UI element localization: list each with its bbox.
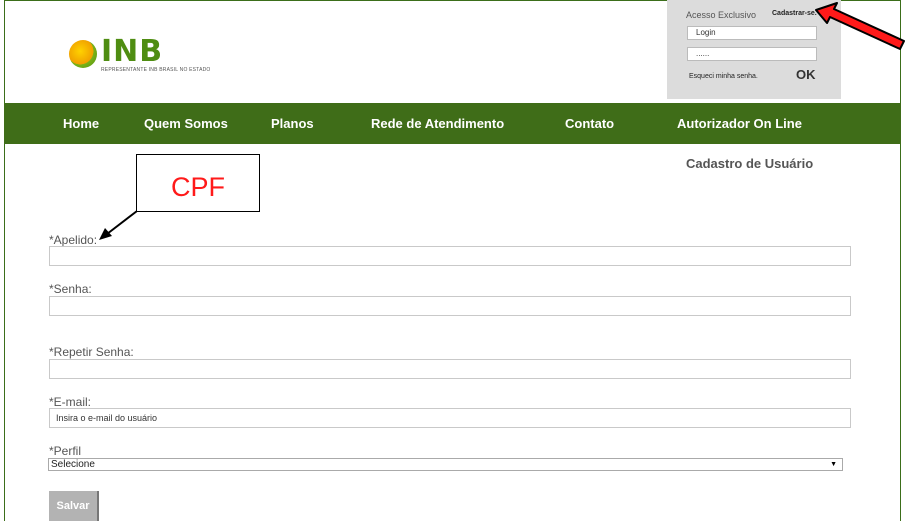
email-label: *E-mail: [49, 395, 92, 409]
repetir-senha-input[interactable] [49, 359, 851, 379]
perfil-select[interactable]: Selecione ▼ [48, 458, 843, 471]
logo-circle-icon [69, 40, 97, 68]
perfil-label: *Perfil [49, 444, 82, 458]
nav-contato[interactable]: Contato [565, 116, 614, 131]
logo-text: INB [101, 34, 164, 69]
forgot-password-link[interactable]: Esqueci minha senha. [689, 73, 758, 80]
nav-rede-atendimento[interactable]: Rede de Atendimento [371, 116, 504, 131]
logo-tagline: REPRESENTANTE INB BRASIL NO ESTADO [101, 67, 211, 73]
form-title: Cadastro de Usuário [686, 156, 814, 171]
apelido-input[interactable] [49, 246, 851, 266]
login-input[interactable]: Login [687, 26, 817, 40]
cpf-annotation-text: CPF [171, 172, 225, 202]
email-input[interactable]: Insira o e-mail do usuário [49, 408, 851, 428]
password-input[interactable]: ...... [687, 47, 817, 61]
dropdown-arrow-icon: ▼ [830, 461, 837, 468]
perfil-selected-value: Selecione [51, 459, 95, 470]
nav-home[interactable]: Home [63, 116, 99, 131]
nav-planos[interactable]: Planos [271, 116, 314, 131]
nav-quem-somos[interactable]: Quem Somos [144, 116, 228, 131]
signup-link[interactable]: Cadastrar-se. [772, 10, 817, 17]
repetir-senha-label: *Repetir Senha: [49, 345, 134, 359]
cpf-annotation-box: CPF [136, 154, 260, 212]
login-title: Acesso Exclusivo [686, 10, 757, 20]
black-arrow-icon [99, 210, 138, 240]
main-nav: Home Quem Somos Planos Rede de Atendimen… [4, 103, 901, 144]
red-arrow-icon [815, 2, 905, 50]
nav-autorizador[interactable]: Autorizador On Line [677, 116, 802, 131]
senha-input[interactable] [49, 296, 851, 316]
brand-logo[interactable]: INB REPRESENTANTE INB BRASIL NO ESTADO [69, 34, 210, 75]
save-button[interactable]: Salvar [49, 491, 99, 521]
ok-button[interactable]: OK [796, 67, 816, 82]
apelido-label: *Apelido: [49, 233, 98, 247]
senha-label: *Senha: [49, 282, 92, 296]
